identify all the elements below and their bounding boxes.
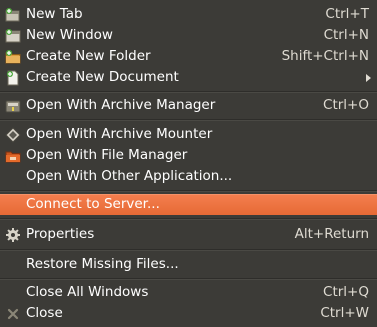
menu-item-shortcut: Shift+Ctrl+N [281, 48, 369, 64]
gear-icon [5, 227, 21, 243]
menu-item-properties[interactable]: Properties Alt+Return [0, 224, 377, 245]
menu-item-shortcut: Ctrl+O [323, 97, 369, 113]
submenu-arrow-icon [366, 74, 371, 82]
menu-separator [0, 278, 377, 280]
menu-item-open-with-archive-manager[interactable]: Open With Archive Manager Ctrl+O [0, 95, 377, 116]
menu-item-shortcut: Ctrl+T [325, 6, 369, 22]
menu-item-new-tab[interactable]: New Tab Ctrl+T [0, 4, 377, 25]
menu-item-create-new-folder[interactable]: Create New Folder Shift+Ctrl+N [0, 46, 377, 67]
menu-item-label: Open With File Manager [26, 147, 188, 163]
menu-item-connect-to-server[interactable]: Connect to Server... [0, 194, 377, 215]
menu-item-create-new-document[interactable]: Create New Document [0, 67, 377, 88]
new-document-icon [5, 70, 21, 86]
menu-item-label: New Window [26, 27, 113, 43]
new-tab-icon [5, 7, 21, 23]
menu-item-shortcut: Ctrl+Q [323, 284, 369, 300]
menu-item-label: Open With Other Application... [26, 168, 233, 184]
menu-item-label: Connect to Server... [26, 196, 160, 212]
menu-item-label: Open With Archive Manager [26, 97, 216, 113]
menu-item-open-with-file-manager[interactable]: Open With File Manager [0, 145, 377, 166]
menu-separator [0, 218, 377, 220]
menu-item-close-all-windows[interactable]: Close All Windows Ctrl+Q [0, 282, 377, 303]
archive-manager-icon [5, 98, 21, 114]
menu-item-new-window[interactable]: New Window Ctrl+N [0, 25, 377, 46]
menu-item-label: Close All Windows [26, 284, 149, 300]
menu-separator [0, 119, 377, 121]
menu-item-label: Properties [26, 226, 95, 242]
menu-item-open-with-other-application[interactable]: Open With Other Application... [0, 166, 377, 187]
file-manager-icon [5, 148, 21, 164]
menu-item-shortcut: Alt+Return [294, 226, 369, 242]
menu-item-open-with-archive-mounter[interactable]: Open With Archive Mounter [0, 124, 377, 145]
menu-item-label: New Tab [26, 6, 83, 22]
menu-separator [0, 249, 377, 251]
menu-separator [0, 190, 377, 192]
menu-item-label: Open With Archive Mounter [26, 126, 213, 142]
menu-item-shortcut: Ctrl+N [323, 27, 369, 43]
close-icon [5, 306, 21, 322]
menu-item-label: Create New Document [26, 69, 179, 85]
menu-item-label: Close [26, 305, 63, 321]
archive-mounter-icon [5, 127, 21, 143]
menu-item-close[interactable]: Close Ctrl+W [0, 303, 377, 324]
new-window-icon [5, 28, 21, 44]
menu-item-shortcut: Ctrl+W [320, 305, 369, 321]
context-menu: New Tab Ctrl+T New Window Ctrl+N Create … [0, 0, 377, 327]
menu-item-label: Restore Missing Files... [26, 256, 179, 272]
menu-item-label: Create New Folder [26, 48, 151, 64]
menu-separator [0, 91, 377, 93]
new-folder-icon [5, 49, 21, 65]
menu-item-restore-missing-files[interactable]: Restore Missing Files... [0, 254, 377, 275]
